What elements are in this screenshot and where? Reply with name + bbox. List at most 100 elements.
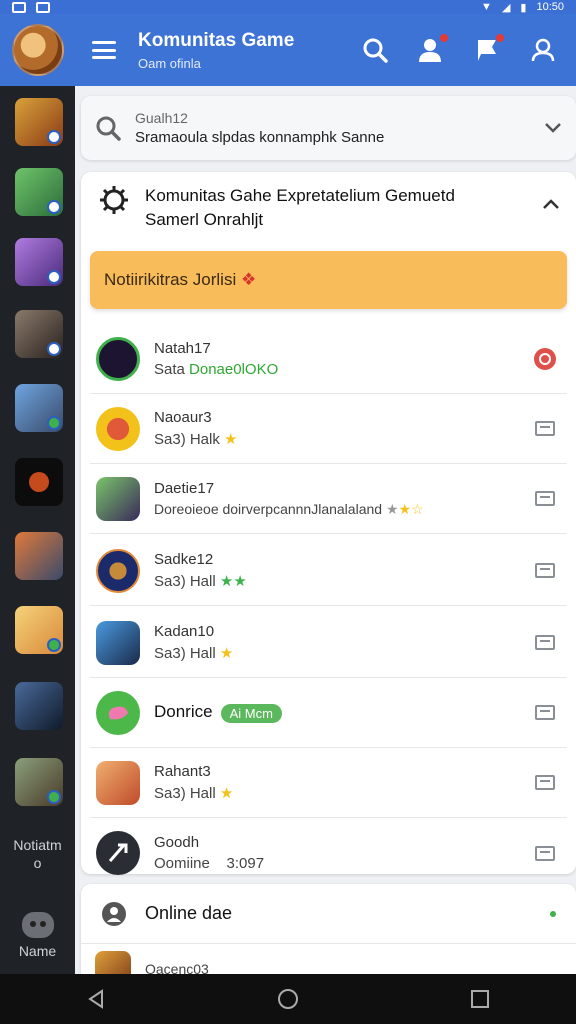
game-logo-icon bbox=[29, 472, 49, 492]
mail-icon[interactable] bbox=[535, 563, 555, 578]
star-icon: ★ bbox=[398, 500, 412, 517]
star-icon: ☆ bbox=[411, 500, 424, 517]
badge-icon bbox=[47, 270, 61, 284]
sidebar-game-9[interactable] bbox=[15, 682, 63, 730]
user-icon[interactable] bbox=[528, 35, 558, 65]
mail-icon[interactable] bbox=[535, 705, 555, 720]
status-badge: Ai Mcm bbox=[220, 703, 282, 723]
star-icon: ★ bbox=[224, 431, 238, 448]
search-icon[interactable] bbox=[360, 35, 390, 65]
home-icon[interactable] bbox=[268, 979, 308, 1019]
diamond-icon: ❖ bbox=[240, 270, 257, 289]
signal-icon: ◢ bbox=[501, 1, 511, 14]
search-hint: Gualh12 bbox=[135, 110, 188, 126]
sidebar-game-7[interactable] bbox=[15, 532, 63, 580]
sword-icon bbox=[108, 843, 128, 862]
avatar[interactable] bbox=[12, 24, 64, 76]
chevron-down-icon[interactable] bbox=[544, 122, 562, 134]
item-status: Donae0lOKO bbox=[189, 360, 279, 378]
badge-icon bbox=[47, 342, 61, 356]
search-icon bbox=[96, 116, 121, 141]
mail-icon[interactable] bbox=[535, 491, 555, 506]
notification-dot bbox=[495, 33, 505, 43]
mail-icon[interactable] bbox=[535, 635, 555, 650]
item-name: Goodh bbox=[154, 834, 200, 851]
mail-icon[interactable] bbox=[535, 421, 555, 436]
game-avatar bbox=[95, 951, 131, 974]
heart-icon bbox=[108, 706, 128, 719]
sidebar-label-sub: o bbox=[33, 855, 42, 871]
alert-icon[interactable] bbox=[533, 347, 557, 371]
sidebar-game-4[interactable] bbox=[15, 310, 63, 358]
sidebar-bottom-label[interactable]: Name bbox=[0, 942, 75, 960]
game-avatar bbox=[96, 548, 140, 593]
item-name: Kadan10 bbox=[154, 623, 215, 640]
recents-icon[interactable] bbox=[460, 979, 500, 1019]
photo-icon bbox=[12, 1, 26, 13]
online-section: Online dae Oacenc03 bbox=[81, 884, 576, 974]
panel-title-line1: Komunitas Gahe Expretatelium Gemuetd bbox=[145, 186, 455, 205]
notification-dot bbox=[439, 33, 449, 43]
sidebar-game-8[interactable] bbox=[15, 606, 63, 654]
list-item[interactable]: Naoaur3 Sa3) Halk ★ bbox=[90, 394, 567, 464]
item-name: Rahant3 bbox=[154, 763, 211, 780]
clock: 10:50 bbox=[536, 1, 564, 13]
game-avatar bbox=[96, 831, 140, 875]
app-subtitle: Oam ofinla bbox=[138, 55, 201, 71]
online-item-name: Oacenc03 bbox=[145, 961, 209, 974]
game-avatar bbox=[96, 476, 140, 521]
sidebar-game-6[interactable] bbox=[15, 458, 63, 506]
app-bar: Komunitas Game Oam ofinla bbox=[0, 14, 576, 86]
sidebar-label: Notiatm bbox=[13, 837, 62, 853]
game-avatar bbox=[96, 336, 140, 381]
item-sub: Sa3) Halk bbox=[154, 431, 220, 448]
item-name: Sadke12 bbox=[154, 551, 214, 568]
gear-icon bbox=[100, 186, 128, 214]
wifi-icon: ▼ bbox=[481, 1, 492, 13]
back-icon[interactable] bbox=[76, 979, 116, 1019]
list-item[interactable]: Natah17 Sata Donae0lOKO bbox=[90, 324, 567, 394]
game-avatar bbox=[96, 620, 140, 665]
chevron-up-icon[interactable] bbox=[542, 198, 560, 210]
battery-icon: ▮ bbox=[520, 1, 527, 14]
game-avatar bbox=[96, 690, 140, 735]
list-item[interactable]: Daetie17 Doreoieoe doirverpcannnJlanalal… bbox=[90, 464, 567, 534]
profile-avatar-icon[interactable] bbox=[22, 912, 54, 938]
star-icon: ★ bbox=[219, 785, 234, 802]
person-search-icon bbox=[102, 901, 126, 926]
search-query[interactable]: Sramaoula slpdas konnamphk Sanne bbox=[135, 129, 544, 146]
hamburger-menu-icon[interactable] bbox=[92, 41, 116, 59]
add-person-icon[interactable] bbox=[416, 33, 449, 65]
notification-banner[interactable]: Notiirikitras Jorlisi ❖ bbox=[90, 251, 567, 309]
search-bar[interactable]: Gualh12 Sramaoula slpdas konnamphk Sanne bbox=[81, 96, 576, 160]
online-label: Online dae bbox=[145, 903, 233, 923]
item-sub: Doreoieoe doirverpcannnJlanalaland bbox=[154, 500, 383, 517]
flag-icon[interactable] bbox=[472, 33, 505, 65]
item-name: Daetie17 bbox=[154, 479, 215, 497]
app-title: Komunitas Game bbox=[138, 29, 295, 51]
badge-icon bbox=[47, 416, 61, 430]
online-list-item[interactable]: Oacenc03 bbox=[81, 944, 576, 974]
list-item[interactable]: Donrice Ai Mcm bbox=[90, 678, 567, 748]
sidebar-game-5[interactable] bbox=[15, 384, 63, 432]
sidebar-game-3[interactable] bbox=[15, 238, 63, 286]
mail-icon[interactable] bbox=[535, 845, 555, 861]
badge-icon bbox=[47, 130, 61, 144]
main-content: Gualh12 Sramaoula slpdas konnamphk Sanne… bbox=[75, 86, 576, 974]
item-sub: Sata bbox=[154, 360, 185, 378]
sidebar-game-2[interactable] bbox=[15, 168, 63, 216]
game-avatar bbox=[96, 406, 140, 451]
item-sub: Sa3) Hall bbox=[154, 645, 216, 662]
sidebar-game-1[interactable] bbox=[15, 98, 63, 146]
list-item[interactable]: Rahant3 Sa3) Hall ★ bbox=[90, 748, 567, 818]
sidebar: Notiatm o Name bbox=[0, 86, 75, 974]
online-dot bbox=[550, 910, 556, 917]
mail-icon[interactable] bbox=[535, 775, 555, 790]
system-nav-bar bbox=[0, 974, 576, 1024]
sidebar-game-10[interactable] bbox=[15, 758, 63, 806]
item-sub: Sa3) Hall bbox=[154, 573, 216, 590]
status-bar: ▼ ◢ ▮ 10:50 bbox=[0, 0, 576, 14]
list-item[interactable]: Sadke12 Sa3) Hall ★★ bbox=[90, 536, 567, 606]
list-item[interactable]: Goodh Oomiine 3:097 bbox=[90, 818, 567, 888]
list-item[interactable]: Kadan10 Sa3) Hall ★ bbox=[90, 608, 567, 678]
